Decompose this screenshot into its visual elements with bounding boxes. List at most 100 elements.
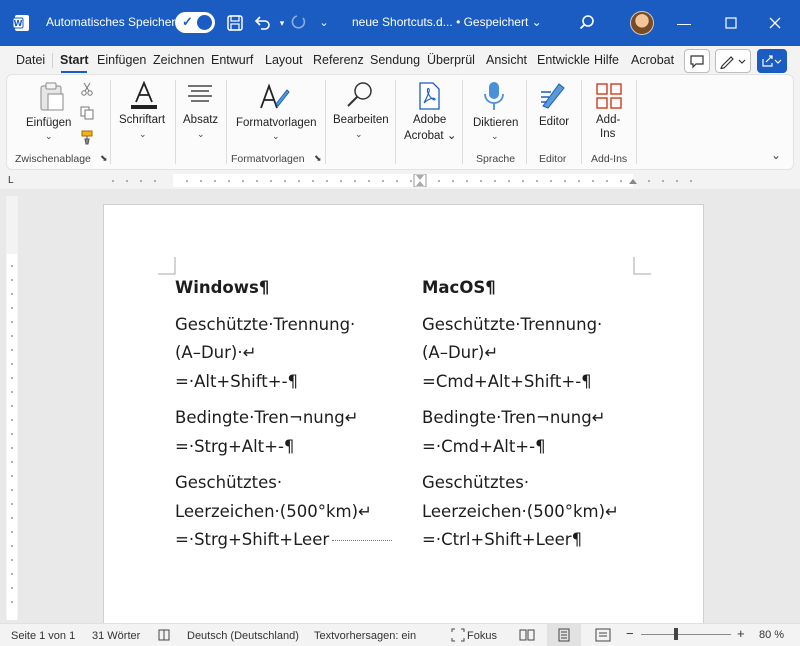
minimize-icon[interactable]: —	[673, 12, 695, 34]
editor-icon[interactable]	[539, 80, 569, 110]
adobe-label-line2[interactable]: Acrobat ⌄	[404, 128, 456, 142]
tab-layout[interactable]: Layout	[265, 53, 303, 67]
zoom-slider-track[interactable]	[641, 634, 731, 635]
focus-icon[interactable]	[451, 628, 465, 642]
editing-mode-button[interactable]	[715, 49, 751, 73]
comments-button[interactable]	[684, 49, 710, 73]
document-page[interactable]: Windows¶ Geschützte·Trennung· (A–Dur)·↵ …	[103, 204, 704, 634]
tab-start[interactable]: Start	[60, 53, 88, 67]
language-status[interactable]: Deutsch (Deutschland)	[187, 630, 299, 642]
cut-icon[interactable]	[80, 82, 94, 96]
chevron-down-icon[interactable]: ⌄	[139, 129, 147, 140]
paragraph: Bedingte·Tren¬nung↵ =·Cmd+Alt+-¶	[422, 404, 619, 461]
tab-zeichnen[interactable]: Zeichnen	[153, 53, 204, 67]
web-layout-icon[interactable]	[595, 628, 611, 642]
dialog-launcher-icon[interactable]: ⬊	[314, 153, 322, 164]
group-divider	[395, 80, 396, 164]
title-bar: W Automatisches Speichern ✓ ▾ ⌄ neue Sho…	[0, 0, 800, 46]
text-line: Geschütztes·	[175, 473, 283, 492]
addins-label-line1[interactable]: Add-	[596, 114, 620, 126]
close-icon[interactable]	[764, 12, 786, 34]
print-layout-icon[interactable]	[557, 628, 571, 642]
tab-datei[interactable]: Datei	[16, 53, 45, 67]
word-app-icon: W	[12, 15, 29, 31]
paragraph: Bedingte·Tren¬nung↵ =·Strg+Alt+-¶	[175, 404, 392, 461]
copy-icon[interactable]	[80, 106, 94, 120]
tab-hilfe[interactable]: Hilfe	[594, 53, 619, 67]
addins-label-line2[interactable]: Ins	[600, 128, 615, 140]
page-count[interactable]: Seite 1 von 1	[11, 630, 75, 642]
adobe-label-line1[interactable]: Adobe	[413, 114, 446, 126]
group-divider	[325, 80, 326, 164]
paragraph: Geschützte·Trennung· (A–Dur)·↵ =·Alt+Shi…	[175, 311, 392, 397]
paste-icon[interactable]	[38, 82, 66, 112]
redo-icon[interactable]	[288, 13, 308, 33]
group-divider	[226, 80, 227, 164]
autosave-toggle[interactable]: ✓	[175, 12, 215, 33]
group-divider	[636, 80, 637, 164]
chevron-down-icon[interactable]: ⌄	[272, 131, 280, 142]
text-predictions-status[interactable]: Textvorhersagen: ein	[314, 630, 416, 642]
addins-icon[interactable]	[595, 82, 623, 110]
zoom-level[interactable]: 80 %	[759, 629, 784, 641]
tab-sendung[interactable]: Sendung	[370, 53, 420, 67]
tab-referenz[interactable]: Referenz	[313, 53, 364, 67]
proofing-icon[interactable]	[157, 628, 171, 642]
adobe-pdf-icon[interactable]	[415, 81, 443, 111]
font-label[interactable]: Schriftart	[119, 114, 165, 126]
format-painter-icon[interactable]	[80, 129, 96, 145]
maximize-icon[interactable]	[720, 12, 742, 34]
text-line: Geschützte·Trennung·	[422, 314, 603, 334]
paragraph-icon[interactable]	[187, 84, 213, 106]
word-count[interactable]: 31 Wörter	[92, 630, 140, 642]
share-button[interactable]	[757, 49, 787, 73]
macos-column[interactable]: MacOS¶ Geschützte·Trennung· (A–Dur)↵ =Cm…	[422, 274, 619, 563]
paste-label[interactable]: Einfügen	[26, 117, 71, 129]
zoom-slider-thumb[interactable]	[674, 628, 678, 640]
focus-label[interactable]: Fokus	[467, 630, 497, 642]
search-icon[interactable]	[345, 80, 375, 110]
dictate-label[interactable]: Diktieren	[473, 117, 518, 129]
ribbon-expand-icon[interactable]: ⌄	[771, 148, 781, 162]
zoom-out-button[interactable]: −	[626, 626, 634, 641]
paragraph-label[interactable]: Absatz	[183, 114, 218, 126]
text-line: Leerzeichen·(500°km)↵	[422, 501, 619, 521]
chevron-down-icon[interactable]: ⌄	[355, 129, 363, 140]
tab-entwurf[interactable]: Entwurf	[211, 53, 253, 67]
save-icon[interactable]	[225, 13, 245, 33]
vertical-ruler[interactable]	[6, 196, 18, 620]
text-line: Bedingte·Tren¬nung↵	[175, 408, 359, 427]
zoom-in-button[interactable]: +	[737, 626, 745, 641]
chevron-down-icon[interactable]: ⌄	[197, 129, 205, 140]
dialog-launcher-icon[interactable]: ⬊	[100, 153, 108, 164]
avatar[interactable]	[630, 11, 654, 35]
windows-column[interactable]: Windows¶ Geschützte·Trennung· (A–Dur)·↵ …	[175, 274, 393, 563]
editing-label[interactable]: Bearbeiten	[333, 114, 389, 126]
chevron-down-icon[interactable]: ⌄	[491, 131, 499, 142]
search-icon[interactable]	[577, 13, 597, 33]
document-title[interactable]: neue Shortcuts.d... • Gespeichert ⌄	[352, 15, 542, 29]
text-line: (A–Dur)·↵	[175, 343, 257, 362]
customize-toolbar-icon[interactable]: ⌄	[314, 13, 334, 33]
toggle-knob	[197, 15, 212, 30]
text-line: Bedingte·Tren¬nung↵	[422, 408, 606, 427]
text-line-last: =·Strg+Shift+Leer	[175, 526, 393, 555]
tab-ueberpruefen[interactable]: Überprül	[427, 53, 475, 67]
editor-label[interactable]: Editor	[539, 116, 569, 128]
tab-acrobat[interactable]: Acrobat	[631, 53, 674, 67]
horizontal-ruler[interactable]	[103, 174, 703, 187]
check-icon: ✓	[182, 14, 193, 29]
styles-label[interactable]: Formatvorlagen	[236, 117, 317, 129]
microphone-icon[interactable]	[483, 80, 505, 112]
font-icon[interactable]	[129, 80, 159, 110]
tab-ansicht[interactable]: Ansicht	[486, 53, 527, 67]
tab-selector-icon[interactable]: L	[8, 175, 14, 186]
share-icon	[762, 55, 782, 67]
read-mode-icon[interactable]	[519, 628, 535, 642]
text-line: =Cmd+Alt+Shift+-¶	[422, 371, 592, 391]
chevron-down-icon[interactable]: ⌄	[45, 131, 53, 142]
tab-einfuegen[interactable]: Einfügen	[97, 53, 146, 67]
styles-icon[interactable]	[258, 82, 292, 114]
tab-entwicklertools[interactable]: Entwickle	[537, 53, 590, 67]
undo-icon[interactable]	[252, 13, 272, 33]
